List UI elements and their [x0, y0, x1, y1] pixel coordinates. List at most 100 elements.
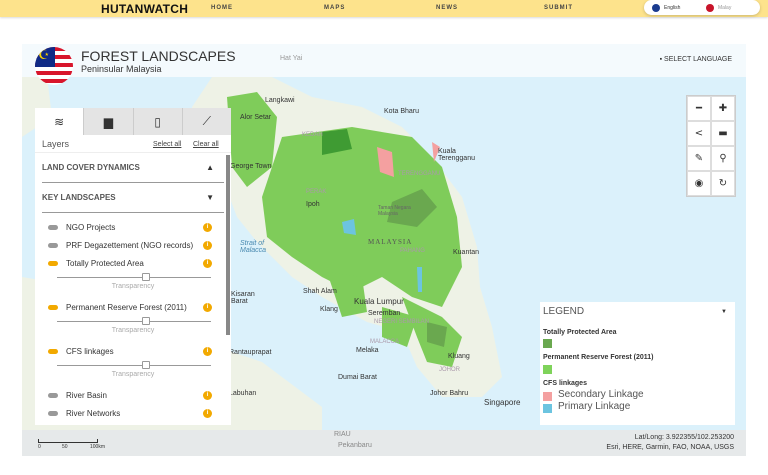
- nav-news[interactable]: NEWS: [436, 5, 458, 11]
- slider-label: Transparency: [111, 283, 155, 290]
- section-key-landscapes[interactable]: KEY LANDSCAPES ▼: [42, 183, 224, 213]
- tab-measure[interactable]: ▯: [132, 108, 182, 135]
- draw-icon: ✎: [694, 153, 704, 164]
- clear-all-link[interactable]: Clear all: [193, 141, 219, 148]
- legend-swatch: [543, 339, 552, 348]
- top-navbar: HUTANWATCH HOME MAPS NEWS SUBMIT English…: [0, 0, 768, 17]
- layer-row: PRF Degazettement (NGO records) i: [35, 237, 231, 255]
- map-label: Seremban: [368, 310, 401, 317]
- lang-malay[interactable]: Malay: [706, 4, 731, 12]
- map-label: MALACCA: [370, 339, 400, 345]
- refresh-button[interactable]: ↻: [711, 171, 735, 196]
- layer-row: Totally Protected Area i: [35, 255, 231, 273]
- legend-item-label: Primary Linkage: [558, 401, 631, 412]
- map-label: PAHANG: [400, 248, 425, 254]
- lang-label: English: [664, 5, 681, 11]
- map-label: Kluang: [448, 353, 470, 360]
- layer-toggle[interactable]: [48, 349, 58, 354]
- map-label: TERENGGANU: [398, 171, 441, 177]
- comment-icon: ▆: [103, 114, 113, 129]
- zoom-out-button[interactable]: ━: [687, 96, 711, 121]
- transparency-slider[interactable]: Transparency: [35, 317, 231, 343]
- select-all-link[interactable]: Select all: [153, 141, 181, 148]
- layer-toggle[interactable]: [48, 393, 58, 398]
- layer-toggle[interactable]: [48, 305, 58, 310]
- slider-label: Transparency: [111, 327, 155, 334]
- info-icon[interactable]: i: [203, 223, 212, 232]
- lang-label: Malay: [718, 5, 732, 11]
- slider-handle[interactable]: [142, 273, 150, 281]
- nav-home[interactable]: HOME: [211, 5, 233, 11]
- map-label: Ipoh: [306, 201, 320, 208]
- lat-long-readout: Lat/Long: 3.922355/102.253200: [634, 434, 734, 441]
- uk-flag-icon: [652, 4, 660, 12]
- panel-scrollbar[interactable]: [226, 155, 230, 335]
- share-button[interactable]: <: [687, 121, 711, 146]
- visibility-button[interactable]: ◉: [687, 171, 711, 196]
- map-toolbar: ━ ✚ < ▬ ✎ ⚲ ◉ ↻: [686, 95, 736, 197]
- page-title: FOREST LANDSCAPES: [81, 48, 236, 64]
- map-label: Melaka: [356, 347, 379, 354]
- eye-icon: ◉: [694, 178, 704, 189]
- info-icon[interactable]: i: [203, 347, 212, 356]
- select-language-label: SELECT LANGUAGE: [664, 56, 732, 63]
- scale-label: 100km: [90, 444, 106, 450]
- layer-toggle[interactable]: [48, 225, 58, 230]
- map-label: Dumai Barat: [338, 374, 377, 381]
- map-label: Shah Alam: [303, 288, 337, 295]
- lang-english[interactable]: English: [652, 4, 680, 12]
- ruler-icon: ▯: [154, 114, 161, 129]
- layer-toggle[interactable]: [48, 261, 58, 266]
- minus-icon: ━: [695, 103, 703, 114]
- language-switch: English Malay: [644, 0, 760, 15]
- info-icon[interactable]: i: [203, 303, 212, 312]
- legend-collapse-icon[interactable]: ▼: [721, 309, 727, 315]
- legend-title: LEGEND: [543, 306, 585, 317]
- legend-swatch: [543, 404, 552, 413]
- map-label: Rantauprapat: [229, 349, 272, 356]
- tab-chart[interactable]: ⟋: [181, 108, 231, 135]
- info-icon[interactable]: i: [203, 391, 212, 400]
- map-label: KEDAH: [302, 132, 323, 138]
- slider-handle[interactable]: [142, 317, 150, 325]
- map-label: PERAK: [306, 189, 327, 195]
- map-label: Strait of Malacca: [240, 240, 267, 254]
- legend-group-title: Totally Protected Area: [543, 329, 617, 336]
- map-label: Taman Negara Malaysia: [378, 205, 411, 217]
- info-icon[interactable]: i: [203, 241, 212, 250]
- map-label: MALAYSIA: [368, 238, 413, 246]
- info-icon[interactable]: i: [203, 259, 212, 268]
- malaysia-flag-logo: [35, 47, 73, 85]
- slider-handle[interactable]: [142, 361, 150, 369]
- share-icon: <: [694, 128, 704, 139]
- section-land-cover-dynamics[interactable]: LAND COVER DYNAMICS ▲: [42, 153, 224, 183]
- zoom-in-button[interactable]: ✚: [711, 96, 735, 121]
- tab-layers[interactable]: ≋: [35, 108, 84, 135]
- page-subtitle: Peninsular Malaysia: [81, 64, 162, 74]
- transparency-slider[interactable]: Transparency: [35, 361, 231, 387]
- nav-maps[interactable]: MAPS: [324, 5, 345, 11]
- print-button[interactable]: ▬: [711, 121, 735, 146]
- map-label: Kuantan: [453, 249, 480, 256]
- draw-button[interactable]: ✎: [687, 146, 711, 171]
- layers-heading: Layers: [42, 139, 70, 149]
- refresh-icon: ↻: [718, 178, 728, 189]
- layer-name: NGO Projects: [66, 223, 116, 232]
- layer-name: CFS linkages: [66, 347, 114, 356]
- layer-toggle[interactable]: [48, 243, 58, 248]
- map-footer: 0 50 100km RIAU Pekanbaru Lat/Long: 3.92…: [22, 430, 746, 456]
- tab-comments[interactable]: ▆: [83, 108, 132, 135]
- page-header: FOREST LANDSCAPES Peninsular Malaysia Ha…: [22, 44, 746, 85]
- nav-submit[interactable]: SUBMIT: [544, 5, 573, 11]
- select-language-button[interactable]: ▪ SELECT LANGUAGE: [660, 56, 732, 63]
- layer-toggle[interactable]: [48, 411, 58, 416]
- info-icon[interactable]: i: [203, 409, 212, 418]
- caret-up-icon: ▲: [206, 163, 214, 172]
- transparency-slider[interactable]: Transparency: [35, 273, 231, 299]
- layer-row: River Networks i: [35, 405, 231, 423]
- legend-group-title: Permanent Reserve Forest (2011): [543, 354, 654, 361]
- search-button[interactable]: ⚲: [711, 146, 735, 171]
- map-label: Kuala Terengganu: [438, 148, 475, 162]
- map-label: Alor Setar: [240, 114, 272, 121]
- brand-logo[interactable]: HUTANWATCH: [101, 2, 188, 16]
